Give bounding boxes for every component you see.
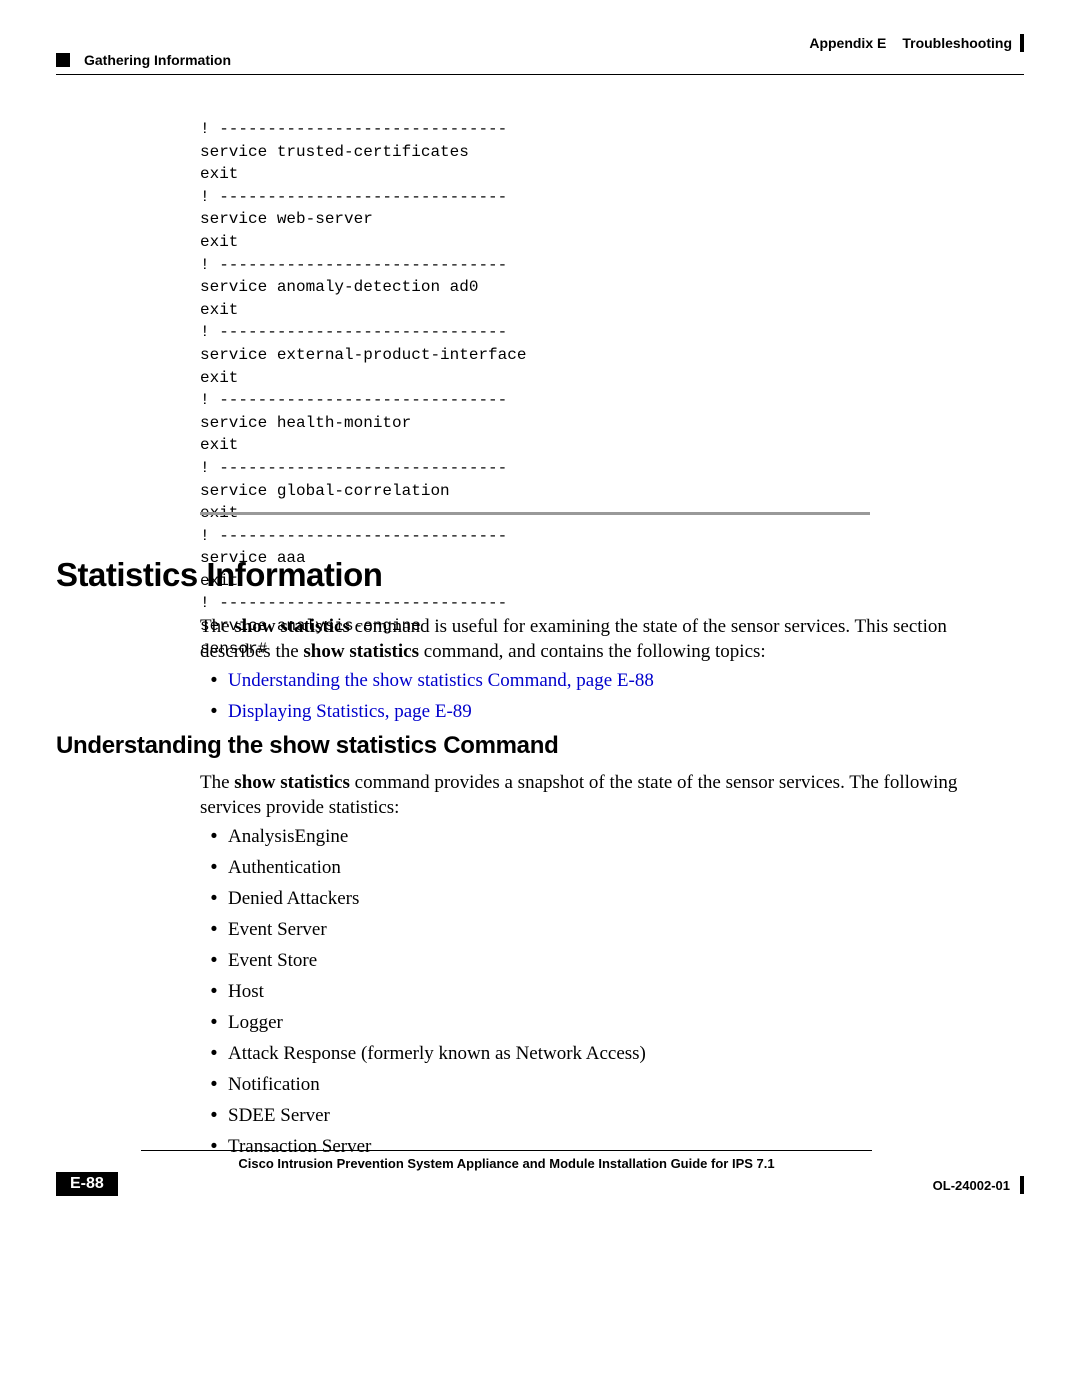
toc-list: • Understanding the show statistics Comm… — [200, 662, 654, 724]
section-divider — [200, 512, 870, 515]
toc-link[interactable]: Understanding the show statistics Comman… — [228, 668, 654, 693]
bullet-icon: • — [200, 948, 228, 973]
bullet-icon: • — [200, 979, 228, 1004]
list-item: •Denied Attackers — [200, 886, 646, 911]
page-footer: Cisco Intrusion Prevention System Applia… — [56, 1150, 1024, 1227]
paragraph-understanding: The show statistics command provides a s… — [200, 770, 960, 820]
footer-title: Cisco Intrusion Prevention System Applia… — [141, 1156, 872, 1171]
service-name: Event Store — [228, 948, 317, 973]
appendix-title: Troubleshooting — [902, 35, 1012, 51]
page-number-box: E-88 — [56, 1172, 118, 1196]
bold-term: show statistics — [234, 616, 350, 637]
heading-statistics-information: Statistics Information — [56, 556, 382, 594]
list-item: •AnalysisEngine — [200, 824, 646, 849]
appendix-label: Appendix E — [809, 35, 886, 51]
list-item: •Notification — [200, 1072, 646, 1097]
bullet-icon: • — [200, 886, 228, 911]
bold-term: show statistics — [234, 772, 350, 793]
footer-right: OL-24002-01 — [933, 1176, 1024, 1194]
footer-divider-icon — [1020, 1176, 1024, 1194]
list-item: •Host — [200, 979, 646, 1004]
list-item: • Displaying Statistics, page E-89 — [200, 699, 654, 724]
header-divider-icon — [1020, 34, 1024, 52]
list-item: •Logger — [200, 1010, 646, 1035]
list-item: •Event Store — [200, 948, 646, 973]
heading-understanding: Understanding the show statistics Comman… — [56, 732, 558, 760]
service-name: Host — [228, 979, 264, 1004]
text: The — [200, 616, 234, 637]
list-item: •Event Server — [200, 917, 646, 942]
footer-rule — [141, 1150, 872, 1151]
services-list: •AnalysisEngine •Authentication •Denied … — [200, 818, 646, 1159]
bullet-icon: • — [200, 699, 228, 724]
bullet-icon: • — [200, 1072, 228, 1097]
service-name: AnalysisEngine — [228, 824, 348, 849]
header-right: Appendix E Troubleshooting — [809, 34, 1024, 52]
service-name: Logger — [228, 1010, 283, 1035]
service-name: Notification — [228, 1072, 320, 1097]
bullet-icon: • — [200, 855, 228, 880]
text: command, and contains the following topi… — [419, 641, 766, 662]
list-item: •SDEE Server — [200, 1103, 646, 1128]
bullet-icon: • — [200, 1103, 228, 1128]
bullet-icon: • — [200, 668, 228, 693]
header-rule — [56, 74, 1024, 75]
service-name: SDEE Server — [228, 1103, 330, 1128]
document-page: Appendix E Troubleshooting Gathering Inf… — [0, 0, 1080, 1397]
list-item: • Understanding the show statistics Comm… — [200, 668, 654, 693]
doc-id: OL-24002-01 — [933, 1178, 1010, 1193]
bullet-icon: • — [200, 1041, 228, 1066]
bullet-icon: • — [200, 1010, 228, 1035]
square-bullet-icon — [56, 53, 70, 67]
section-label: Gathering Information — [84, 52, 231, 68]
text: The — [200, 772, 234, 793]
service-name: Event Server — [228, 917, 327, 942]
bullet-icon: • — [200, 917, 228, 942]
service-name: Authentication — [228, 855, 341, 880]
bold-term: show statistics — [303, 641, 419, 662]
header-left: Gathering Information — [56, 52, 231, 68]
list-item: •Authentication — [200, 855, 646, 880]
service-name: Denied Attackers — [228, 886, 359, 911]
page-header: Appendix E Troubleshooting Gathering Inf… — [56, 34, 1024, 72]
service-name: Attack Response (formerly known as Netwo… — [228, 1041, 646, 1066]
toc-link[interactable]: Displaying Statistics, page E-89 — [228, 699, 472, 724]
list-item: •Attack Response (formerly known as Netw… — [200, 1041, 646, 1066]
paragraph-intro: The show statistics command is useful fo… — [200, 614, 960, 664]
bullet-icon: • — [200, 824, 228, 849]
